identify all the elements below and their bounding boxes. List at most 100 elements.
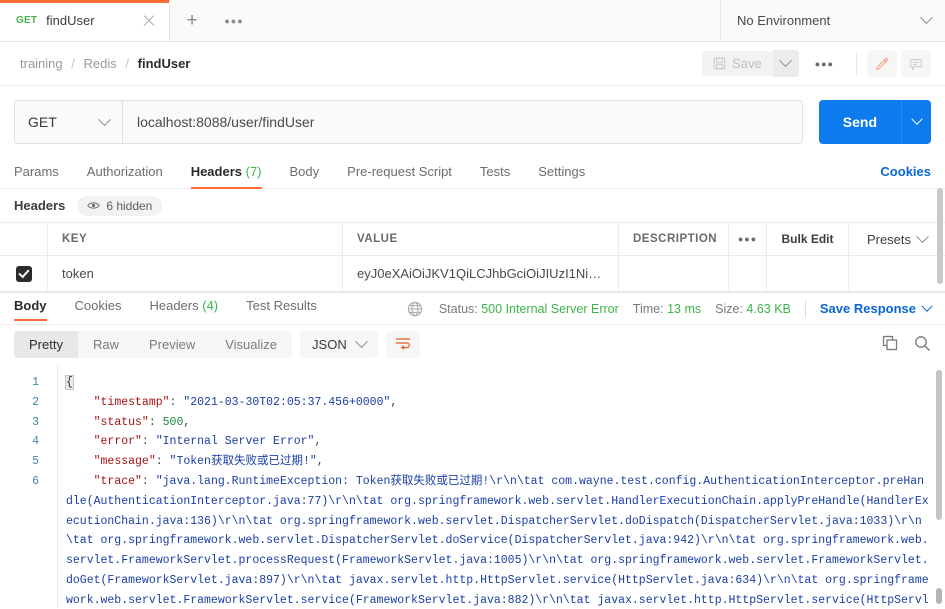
request-tab-finduser[interactable]: GET findUser [0,0,170,41]
code-line: "message": "Token获取失败或已过期!", [66,452,929,472]
response-tab-body[interactable]: Body [14,298,47,321]
row-spacer [729,256,767,291]
postman-window: GET findUser + ●●● No Environment traini… [0,0,945,609]
plus-icon[interactable]: + [170,0,214,41]
code-token: "status" [93,415,149,429]
response-tab-cookies[interactable]: Cookies [75,298,122,320]
header-value-input[interactable]: eyJ0eXAiOiJKV1QiLCJhbGciOiJIUzI1NiJ9.eyJ… [357,266,604,281]
code-line: "trace": "java.lang.RuntimeException: To… [66,472,929,608]
environment-label: No Environment [737,13,831,28]
response-format-label: JSON [312,337,347,352]
line-number: 1 [32,376,39,389]
edit-button[interactable] [867,50,897,77]
response-body-code[interactable]: { "timestamp": "2021-03-30T02:05:37.456+… [57,365,929,608]
response-view-actions [882,335,931,355]
request-more-actions-button[interactable]: ●●● [799,59,850,69]
url-input[interactable]: localhost:8088/user/findUser [122,100,803,144]
response-body-scrollbar[interactable] [936,370,942,520]
ellipsis-icon[interactable]: ●●● [214,0,254,41]
code-token: "Token获取失败或已过期!" [169,455,317,469]
chevron-down-icon [98,112,111,126]
line-number: 4 [32,435,39,449]
tab-settings[interactable]: Settings [538,164,585,188]
tab-bar: GET findUser + ●●● No Environment [0,0,945,42]
breadcrumb-request: findUser [137,56,191,71]
code-line: "status": 500, [66,413,929,433]
code-token: , [390,395,398,409]
environment-selector[interactable]: No Environment [720,0,945,41]
breadcrumb-collection[interactable]: training [20,56,63,71]
tab-pre-request-script[interactable]: Pre-request Script [347,164,452,188]
response-view-bar: Pretty Raw Preview Visualize JSON [0,325,945,365]
divider [804,299,806,318]
save-button[interactable]: Save [702,51,773,76]
code-token: : [148,415,163,429]
chevron-down-icon [920,11,933,25]
comment-button[interactable] [901,50,931,77]
tab-label: Test Results [246,297,317,313]
send-options-button[interactable] [901,100,931,144]
word-wrap-button[interactable] [385,331,420,358]
tab-tests[interactable]: Tests [480,164,510,188]
tab-title-label: findUser [46,13,95,28]
request-pane-scrollbar[interactable] [937,188,943,284]
header-key-input[interactable]: token [62,266,94,281]
line-number: 6 [32,474,39,488]
tab-body[interactable]: Body [290,164,320,188]
headers-table-options-button[interactable]: ●●● [729,223,767,255]
divider [856,52,857,75]
search-button[interactable] [914,335,931,355]
bulk-edit-button[interactable]: Bulk Edit [767,223,849,255]
headers-title: Headers [14,198,66,213]
code-line: "error": "Internal Server Error", [66,432,929,452]
http-method-selector[interactable]: GET [14,100,122,144]
tab-params[interactable]: Params [14,164,59,188]
save-options-button[interactable] [772,50,799,77]
send-group: Send [818,100,931,144]
chevron-down-icon [910,113,923,125]
time-label: Time: [632,301,664,316]
copy-icon [882,335,898,351]
tab-label: Pre-request Script [347,164,452,179]
line-number-gutter: 1 2 3 4 5 6 [0,365,48,608]
headers-table: KEY VALUE DESCRIPTION ●●● Bulk Edit Pres… [0,222,945,292]
view-mode-visualize[interactable]: Visualize [210,331,292,358]
tab-authorization[interactable]: Authorization [87,164,163,188]
view-mode-pretty[interactable]: Pretty [14,331,78,358]
code-token: : [141,435,156,449]
cookies-link[interactable]: Cookies [880,164,931,179]
response-tab-headers[interactable]: Headers (4) [149,298,218,320]
column-header-description: DESCRIPTION [633,233,718,245]
eye-icon [87,202,101,209]
code-token: "timestamp" [93,395,170,409]
response-body-scrollbar-thumb[interactable] [936,588,942,604]
globe-icon [407,301,423,316]
size-label: Size: [715,301,743,316]
code-token: "trace" [93,474,142,488]
presets-button[interactable]: Presets [849,223,945,255]
breadcrumb-folder[interactable]: Redis [84,56,117,71]
view-mode-raw[interactable]: Raw [78,331,134,358]
comment-icon [910,58,922,71]
save-response-button[interactable]: Save Response [820,300,933,316]
time-stat: Time: 13 ms [633,302,701,316]
tab-headers[interactable]: Headers (7) [190,164,262,189]
status-label: Status: [438,301,478,316]
size-value: 4.63 KB [746,301,791,316]
tab-label: Body [289,164,320,179]
send-button[interactable]: Send [818,100,901,144]
view-mode-preview[interactable]: Preview [134,331,210,358]
close-icon[interactable] [141,13,157,29]
response-tab-test-results[interactable]: Test Results [246,298,317,320]
response-body-viewer[interactable]: 1 2 3 4 5 6 { "timestamp": "2021-03-30T02:05:… [0,365,945,608]
hidden-headers-toggle[interactable]: 6 hidden [77,195,163,216]
tab-count: (7) [245,164,262,179]
save-button-label: Save [732,56,762,71]
column-header-value: VALUE [357,233,398,245]
line-number: 5 [32,455,39,469]
tab-label: Authorization [86,164,163,179]
row-checkbox[interactable] [15,265,32,282]
breadcrumb-separator: / [125,56,130,71]
response-format-selector[interactable]: JSON [300,331,378,358]
copy-button[interactable] [882,335,898,354]
